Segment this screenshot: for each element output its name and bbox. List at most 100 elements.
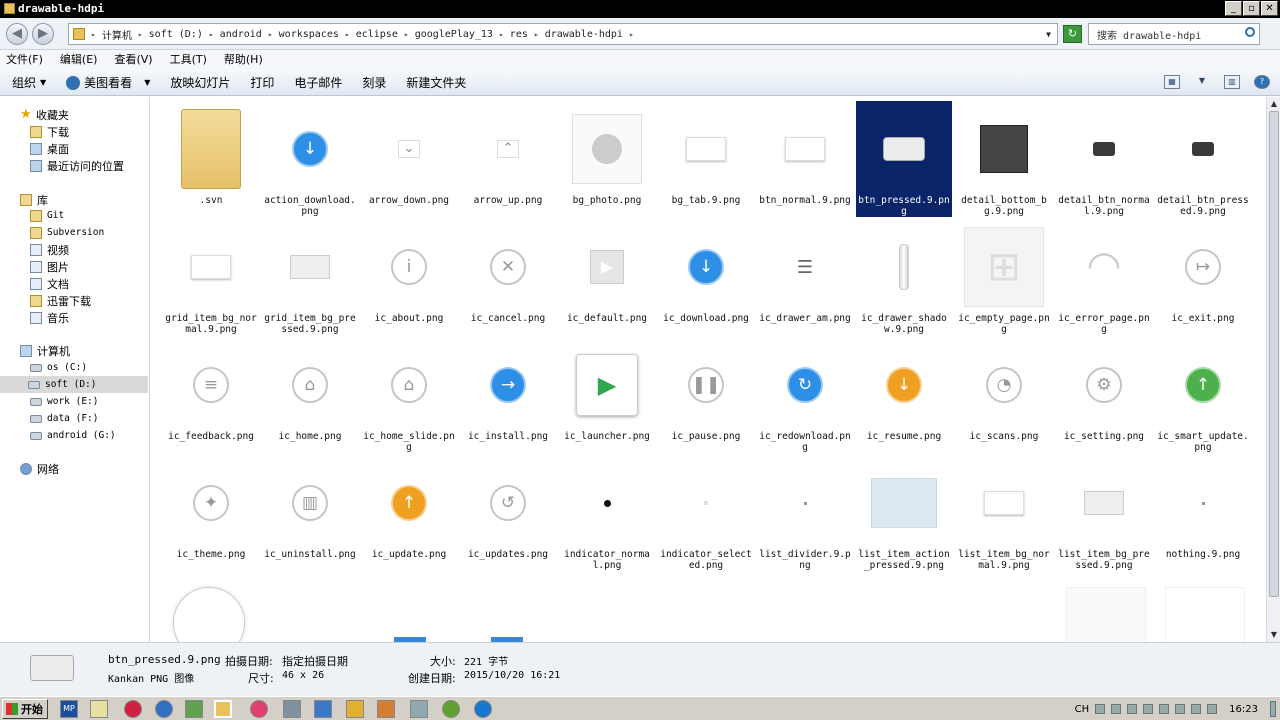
file-item[interactable]: ic_drawer_shadow.9.png <box>856 219 952 335</box>
breadcrumb-item[interactable]: drawable-hdpi <box>545 29 623 40</box>
menu-tools[interactable]: 工具(T) <box>170 50 207 70</box>
file-item[interactable]: bg_photo.png <box>559 101 655 217</box>
file-item[interactable]: list_item_bg_pressed.9.png <box>1056 455 1152 571</box>
file-item[interactable]: btn_pressed.9.png <box>856 101 952 217</box>
burn-button[interactable]: 刻录 <box>362 74 386 91</box>
file-item-partial[interactable] <box>173 587 245 642</box>
menu-view[interactable]: 查看(V) <box>114 50 152 70</box>
file-item[interactable]: list_item_bg_normal.9.png <box>956 455 1052 571</box>
file-item[interactable]: list_divider.9.png <box>757 455 853 571</box>
nav-drive-g[interactable]: android (G:) <box>30 427 116 444</box>
file-item[interactable]: i ic_about.png <box>361 219 457 335</box>
email-button[interactable]: 电子邮件 <box>294 74 342 91</box>
menu-help[interactable]: 帮助(H) <box>224 50 263 70</box>
file-item[interactable]: detail_btn_normal.9.png <box>1056 101 1152 217</box>
app-icon[interactable] <box>283 700 301 718</box>
nav-drive-d[interactable]: soft (D:) <box>0 376 148 393</box>
app-tray-icon[interactable] <box>1175 704 1186 714</box>
app-icon[interactable] <box>250 700 268 718</box>
nav-subversion[interactable]: Subversion <box>30 224 104 241</box>
breadcrumb-item[interactable]: googlePlay_13 <box>415 29 493 40</box>
browser-icon[interactable] <box>155 700 173 718</box>
mp-app-icon[interactable]: MP <box>60 700 78 718</box>
file-item[interactable]: list_item_action_pressed.9.png <box>856 455 952 571</box>
file-item[interactable]: ▶ ic_launcher.png <box>559 337 655 453</box>
app-icon[interactable] <box>185 700 203 718</box>
file-item-partial[interactable] <box>1165 587 1245 642</box>
file-item[interactable]: ✦ ic_theme.png <box>163 455 259 571</box>
scroll-down-icon[interactable]: ▼ <box>1267 628 1280 642</box>
file-item[interactable]: ↓ ic_download.png <box>658 219 754 335</box>
file-item[interactable]: ⌃ arrow_up.png <box>460 101 556 217</box>
slideshow-button[interactable]: 放映幻灯片 <box>170 74 230 91</box>
breadcrumb-item[interactable]: android <box>220 29 262 40</box>
file-item[interactable]: grid_item_bg_normal.9.png <box>163 219 259 335</box>
nav-drive-f[interactable]: data (F:) <box>30 410 98 427</box>
file-item[interactable]: ⌄ arrow_down.png <box>361 101 457 217</box>
file-item[interactable]: ↓ action_download.png <box>262 101 358 217</box>
file-item[interactable]: ↓ ic_resume.png <box>856 337 952 453</box>
breadcrumb-item[interactable]: eclipse <box>356 29 398 40</box>
refresh-button[interactable]: ↻ <box>1063 25 1082 43</box>
file-item[interactable]: ↦ ic_exit.png <box>1155 219 1251 335</box>
language-indicator[interactable]: CH <box>1075 704 1090 715</box>
file-item[interactable]: ⌂ ic_home.png <box>262 337 358 453</box>
nav-music[interactable]: 音乐 <box>30 309 69 326</box>
chevron-down-icon[interactable]: ▼ <box>1046 30 1051 39</box>
help-icon[interactable] <box>1111 704 1122 714</box>
search-icon[interactable] <box>1245 27 1255 37</box>
maximize-button[interactable]: ▫ <box>1243 1 1260 16</box>
file-item[interactable]: ✕ ic_cancel.png <box>460 219 556 335</box>
explorer-icon[interactable] <box>214 700 232 718</box>
file-item[interactable]: ≡ ic_feedback.png <box>163 337 259 453</box>
notepad-icon[interactable] <box>90 700 108 718</box>
file-item[interactable]: detail_bottom_bg.9.png <box>956 101 1052 217</box>
nav-drive-e[interactable]: work (E:) <box>30 393 98 410</box>
file-item[interactable]: ⚙ ic_setting.png <box>1056 337 1152 453</box>
view-options-icon[interactable]: ▦ <box>1164 75 1180 89</box>
app-tray-icon[interactable] <box>1207 704 1218 714</box>
file-item[interactable]: ❚❚ ic_pause.png <box>658 337 754 453</box>
nav-git[interactable]: Git <box>30 207 64 224</box>
menu-edit[interactable]: 编辑(E) <box>60 50 98 70</box>
file-item[interactable]: ↺ ic_updates.png <box>460 455 556 571</box>
close-button[interactable]: ✕ <box>1261 1 1278 16</box>
nav-computer[interactable]: 计算机 <box>20 342 70 359</box>
minimize-button[interactable]: _ <box>1225 1 1242 16</box>
file-item[interactable]: → ic_install.png <box>460 337 556 453</box>
file-item[interactable]: grid_item_bg_pressed.9.png <box>262 219 358 335</box>
breadcrumb-item[interactable]: workspaces <box>279 29 339 40</box>
file-item[interactable]: detail_btn_pressed.9.png <box>1155 101 1251 217</box>
meitu-button[interactable]: 美图看看 ▼ <box>66 74 150 91</box>
file-item[interactable]: ⌂ ic_home_slide.png <box>361 337 457 453</box>
app-icon[interactable] <box>124 700 142 718</box>
vertical-scrollbar[interactable]: ▲ ▼ <box>1266 97 1280 642</box>
show-desktop-button[interactable] <box>1270 701 1276 717</box>
nav-favorites[interactable]: ★ 收藏夹 <box>20 106 69 123</box>
file-item[interactable]: ▥ ic_uninstall.png <box>262 455 358 571</box>
nav-videos[interactable]: 视频 <box>30 241 69 258</box>
file-item[interactable]: ▶ ic_default.png <box>559 219 655 335</box>
print-button[interactable]: 打印 <box>250 74 274 91</box>
app-icon[interactable] <box>346 700 364 718</box>
nav-libraries[interactable]: 库 <box>20 191 48 208</box>
nav-network[interactable]: 网络 <box>20 460 59 477</box>
file-item-partial[interactable] <box>1066 587 1146 642</box>
breadcrumb-item[interactable]: res <box>510 29 528 40</box>
file-item[interactable]: nothing.9.png <box>1155 455 1251 571</box>
breadcrumb-item[interactable]: 计算机 <box>102 27 132 42</box>
search-tool-icon[interactable] <box>377 700 395 718</box>
nav-downloads[interactable]: 下载 <box>30 123 69 140</box>
file-item[interactable]: ↻ ic_redownload.png <box>757 337 853 453</box>
file-item[interactable]: bg_tab.9.png <box>658 101 754 217</box>
scroll-up-icon[interactable]: ▲ <box>1267 97 1280 111</box>
address-bar[interactable]: ▸ 计算机 ▸ soft (D:) ▸ android ▸ workspaces ▸ e… <box>68 23 1058 45</box>
file-item[interactable]: ☰ ic_drawer_am.png <box>757 219 853 335</box>
start-button[interactable]: 开始 <box>2 699 48 719</box>
shoot-date-value[interactable]: 指定拍摄日期 <box>282 653 348 669</box>
flag-icon[interactable] <box>1143 704 1154 714</box>
file-item[interactable]: ⊞ ic_empty_page.png <box>956 219 1052 335</box>
back-button[interactable]: ◀ <box>6 23 28 45</box>
network-icon[interactable] <box>1127 704 1138 714</box>
clock[interactable]: 16:23 <box>1229 704 1258 715</box>
